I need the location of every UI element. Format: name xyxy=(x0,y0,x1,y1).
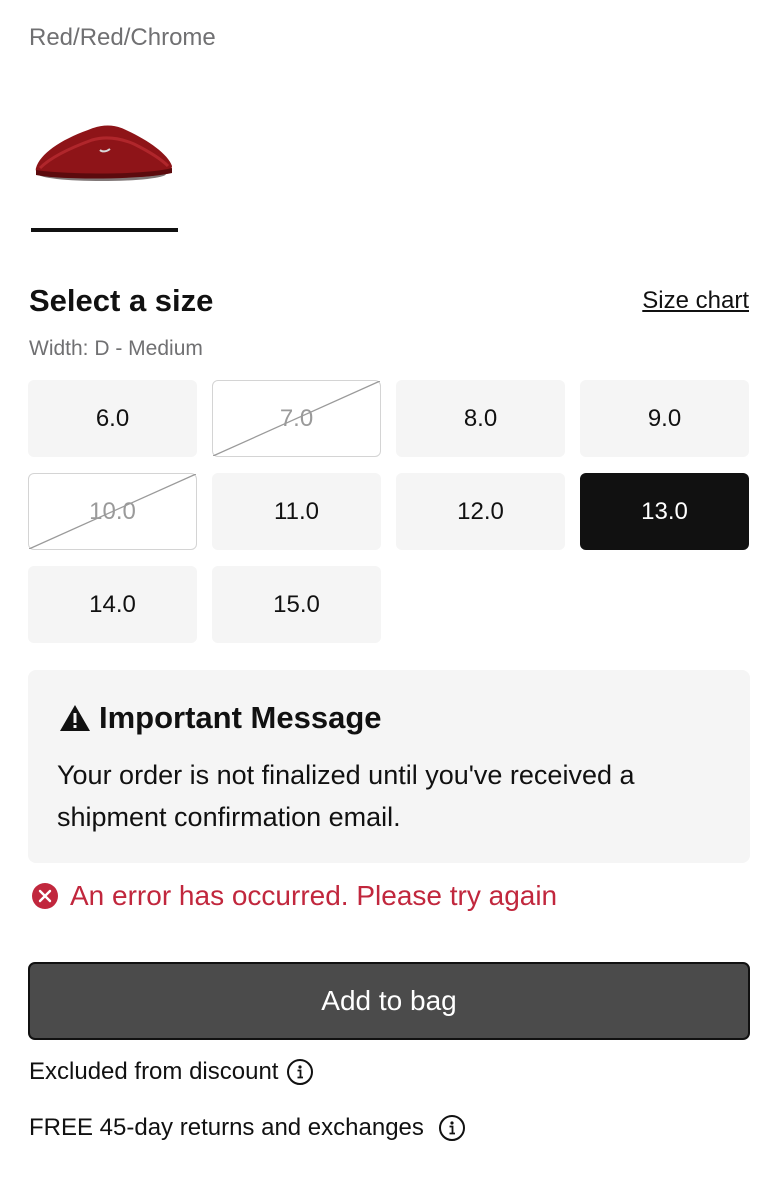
size-option[interactable]: 12.0 xyxy=(396,473,565,550)
size-option[interactable]: 9.0 xyxy=(580,380,749,457)
size-option-unavailable: 7.0 xyxy=(212,380,381,457)
size-option[interactable]: 6.0 xyxy=(28,380,197,457)
size-option-selected[interactable]: 13.0 xyxy=(580,473,749,550)
important-message-body: Your order is not finalized until you've… xyxy=(57,760,635,832)
size-option-unavailable: 10.0 xyxy=(28,473,197,550)
strikethrough-line xyxy=(213,381,380,456)
info-circle-icon[interactable] xyxy=(438,1114,466,1142)
width-label: Width: D - Medium xyxy=(29,337,203,360)
size-option[interactable]: 8.0 xyxy=(396,380,565,457)
returns-info-row: FREE 45-day returns and exchanges xyxy=(29,1114,466,1142)
size-option[interactable]: 14.0 xyxy=(28,566,197,643)
size-option[interactable]: 15.0 xyxy=(212,566,381,643)
returns-label: FREE 45-day returns and exchanges xyxy=(29,1114,424,1141)
size-section-title: Select a size xyxy=(29,283,214,318)
product-colorway: Red/Red/Chrome xyxy=(29,24,216,51)
discount-label: Excluded from discount xyxy=(29,1058,279,1085)
product-thumbnail[interactable] xyxy=(30,110,178,196)
thumbnail-selected-indicator xyxy=(31,228,178,232)
strikethrough-line xyxy=(29,474,196,549)
error-message: An error has occurred. Please try again xyxy=(31,880,557,912)
size-grid: 6.0 7.0 8.0 9.0 10.0 11.0 12.0 13.0 14.0… xyxy=(28,380,750,643)
info-circle-icon[interactable] xyxy=(286,1058,314,1086)
red-slide-shoe-thumbnail xyxy=(35,125,172,181)
important-message-title: Important Message xyxy=(59,700,382,736)
error-circle-icon xyxy=(32,883,58,909)
size-chart-link[interactable]: Size chart xyxy=(642,287,749,315)
important-message-box: Important Message Your order is not fina… xyxy=(28,670,750,863)
add-to-bag-button[interactable]: Add to bag xyxy=(28,962,750,1040)
size-option[interactable]: 11.0 xyxy=(212,473,381,550)
discount-info-row: Excluded from discount xyxy=(29,1058,314,1086)
error-text: An error has occurred. Please try again xyxy=(70,880,558,911)
warning-triangle-icon xyxy=(60,705,90,731)
